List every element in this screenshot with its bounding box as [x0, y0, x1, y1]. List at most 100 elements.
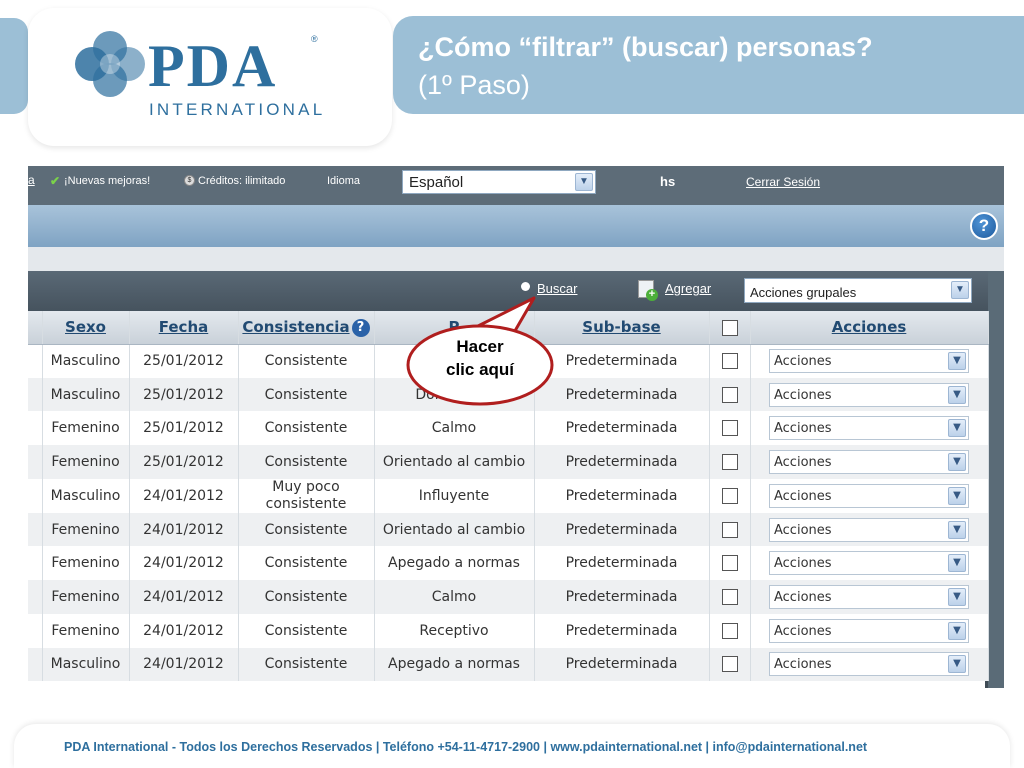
row-actions-select[interactable]: Acciones ▼ [769, 349, 969, 374]
row-checkbox[interactable] [721, 386, 738, 403]
row-checkbox[interactable] [721, 420, 738, 437]
column-header-truncated [28, 311, 43, 345]
language-label: Idioma [327, 175, 361, 187]
cell-select [709, 613, 751, 648]
logo-registered-mark: ® [311, 34, 318, 44]
dropdown-arrow-icon[interactable]: ▼ [948, 419, 966, 438]
truncated-cell [28, 647, 43, 682]
slide-title: ¿Cómo “filtrar” (buscar) personas? [418, 32, 873, 62]
help-icon[interactable]: ? [970, 212, 998, 240]
search-link[interactable]: Buscar [537, 281, 577, 296]
cell-select [709, 647, 751, 682]
dropdown-arrow-icon[interactable]: ▼ [948, 486, 966, 505]
truncated-link[interactable]: a [28, 173, 35, 187]
cell-fecha: 25/01/2012 [129, 377, 239, 412]
cell-select [709, 445, 751, 479]
table-row[interactable]: Femenino 24/01/2012 Consistente Calmo Predet… [28, 580, 989, 614]
help-question-icon[interactable]: ? [351, 318, 370, 337]
row-actions-value: Acciones [774, 488, 832, 504]
cell-perfil: Apegado a normas [374, 546, 535, 581]
column-header-sexo[interactable]: Sexo [42, 311, 130, 345]
cell-fecha: 24/01/2012 [129, 478, 239, 513]
row-actions-select[interactable]: Acciones ▼ [769, 618, 969, 643]
row-checkbox[interactable] [721, 353, 738, 370]
group-actions-select[interactable]: Acciones grupales ▼ [744, 278, 972, 303]
cell-subbase: Predeterminada [534, 411, 710, 446]
row-actions-select[interactable]: Acciones ▼ [769, 584, 969, 609]
cell-perfil: Orientado al cambio [374, 512, 535, 547]
dropdown-arrow-icon[interactable]: ▼ [948, 385, 966, 404]
row-checkbox[interactable] [721, 453, 738, 470]
language-select[interactable]: Español ▼ [402, 170, 596, 194]
table-row[interactable]: Femenino 24/01/2012 Consistente Orientado a… [28, 512, 989, 547]
column-header-fecha[interactable]: Fecha [129, 311, 239, 345]
select-all-checkbox[interactable] [721, 319, 738, 336]
news-link[interactable]: ¡Nuevas mejoras! [64, 175, 150, 187]
row-actions-select[interactable]: Acciones ▼ [769, 652, 969, 677]
slide-subtitle: (1º Paso) [418, 70, 530, 100]
group-actions-value: Acciones grupales [750, 285, 857, 300]
cell-acciones: Acciones ▼ [750, 613, 989, 648]
logo-card: PDA ® INTERNATIONAL [28, 8, 392, 146]
table-row[interactable]: Masculino 24/01/2012 Muy poco consistente I… [28, 478, 989, 513]
truncated-cell [28, 546, 43, 581]
cell-sexo: Masculino [42, 478, 130, 513]
column-header-acciones: Acciones [750, 311, 989, 345]
cell-sexo: Femenino [42, 411, 130, 446]
dropdown-arrow-icon[interactable]: ▼ [948, 655, 966, 674]
cell-perfil: Orientado al cambio [374, 445, 535, 479]
row-actions-select[interactable]: Acciones ▼ [769, 551, 969, 576]
row-actions-select[interactable]: Acciones ▼ [769, 517, 969, 542]
table-row[interactable]: Femenino 24/01/2012 Consistente Receptivo Pr… [28, 613, 989, 648]
row-checkbox[interactable] [721, 656, 738, 673]
cell-sexo: Femenino [42, 445, 130, 479]
table-row[interactable]: Femenino 24/01/2012 Consistente Apegado a n… [28, 546, 989, 581]
row-actions-value: Acciones [774, 354, 832, 370]
column-header-consistencia[interactable]: Consistencia? [238, 311, 375, 345]
column-header-subbase[interactable]: Sub-base [534, 311, 710, 345]
table-row[interactable]: Femenino 25/01/2012 Consistente Orientado a… [28, 445, 989, 479]
row-checkbox[interactable] [721, 588, 738, 605]
cell-sexo: Femenino [42, 512, 130, 547]
cell-select [709, 411, 751, 446]
cell-fecha: 24/01/2012 [129, 512, 239, 547]
logout-link[interactable]: Cerrar Sesión [746, 175, 820, 189]
cell-fecha: 24/01/2012 [129, 580, 239, 614]
cell-fecha: 24/01/2012 [129, 647, 239, 682]
cell-consistencia: Consistente [238, 344, 375, 378]
cell-select [709, 546, 751, 581]
row-checkbox[interactable] [721, 622, 738, 639]
cell-perfil: Calmo [374, 411, 535, 446]
add-link[interactable]: Agregar [665, 281, 711, 296]
truncated-cell [28, 411, 43, 446]
truncated-cell [28, 613, 43, 648]
dropdown-arrow-icon[interactable]: ▼ [948, 352, 966, 371]
row-actions-select[interactable]: Acciones ▼ [769, 382, 969, 407]
cell-sexo: Femenino [42, 613, 130, 648]
dropdown-arrow-icon[interactable]: ▼ [948, 452, 966, 471]
row-actions-select[interactable]: Acciones ▼ [769, 449, 969, 474]
row-checkbox[interactable] [721, 521, 738, 538]
cell-perfil: Calmo [374, 580, 535, 614]
top-bar: a ✔ ¡Nuevas mejoras! $ Créditos: ilimita… [28, 166, 1004, 205]
table-row[interactable]: Masculino 25/01/2012 Consistente Dominante P… [28, 377, 989, 412]
dropdown-arrow-icon[interactable]: ▼ [948, 587, 966, 606]
row-actions-select[interactable]: Acciones ▼ [769, 416, 969, 441]
row-actions-select[interactable]: Acciones ▼ [769, 483, 969, 508]
row-checkbox[interactable] [721, 555, 738, 572]
dropdown-arrow-icon[interactable]: ▼ [948, 621, 966, 640]
consistencia-header-label[interactable]: Consistencia [242, 318, 349, 336]
dropdown-arrow-icon[interactable]: ▼ [575, 173, 593, 191]
cell-perfil: Apegado a normas [374, 647, 535, 682]
dropdown-arrow-icon[interactable]: ▼ [948, 520, 966, 539]
dropdown-arrow-icon[interactable]: ▼ [951, 281, 969, 299]
row-checkbox[interactable] [721, 487, 738, 504]
dropdown-arrow-icon[interactable]: ▼ [948, 554, 966, 573]
cell-acciones: Acciones ▼ [750, 344, 989, 378]
cell-consistencia: Consistente [238, 512, 375, 547]
table-row[interactable]: Masculino 24/01/2012 Consistente Apegado a … [28, 647, 989, 682]
cell-subbase: Predeterminada [534, 512, 710, 547]
add-plus-icon: + [646, 289, 658, 301]
cell-subbase: Predeterminada [534, 613, 710, 648]
table-row[interactable]: Femenino 25/01/2012 Consistente Calmo Predet… [28, 411, 989, 446]
